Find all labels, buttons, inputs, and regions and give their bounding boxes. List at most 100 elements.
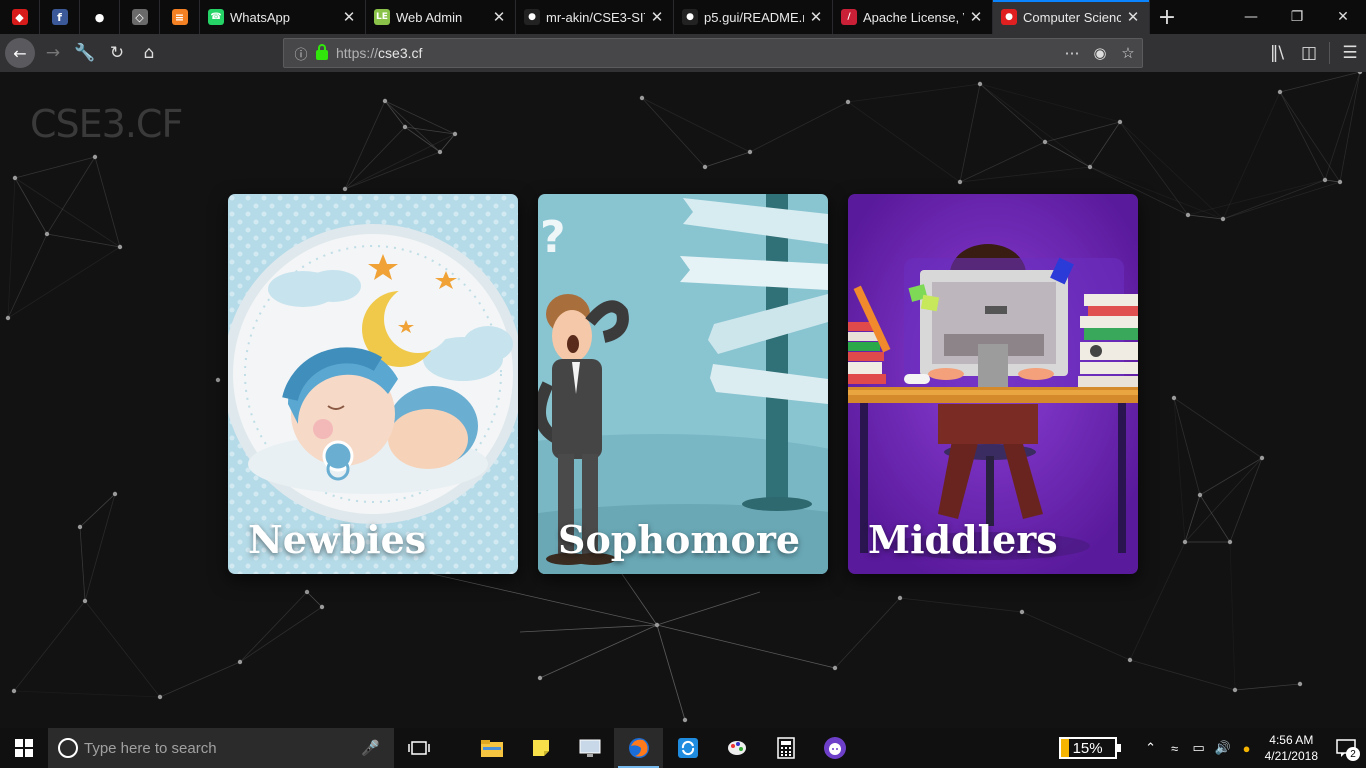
clock[interactable]: 4:56 AM 4/21/2018	[1265, 732, 1318, 764]
tab-title: p5.gui/README.m	[704, 9, 804, 25]
menu-icon[interactable]: ☰	[1334, 37, 1366, 69]
network-node	[1087, 164, 1093, 170]
network-node	[5, 315, 11, 321]
network-line	[539, 624, 658, 679]
task-view-icon[interactable]	[394, 728, 443, 768]
action-center-icon[interactable]: 2	[1326, 728, 1366, 768]
system-tray: 15% ⌃ ≈ ▭ 🔊 ● 4:56 AM 4/21/2018 2	[1058, 728, 1366, 768]
home-button[interactable]: ⌂	[133, 37, 165, 69]
reload-button[interactable]: ↻	[101, 37, 133, 69]
network-node	[747, 149, 753, 155]
pocket-icon[interactable]: ◉	[1086, 44, 1114, 62]
network-node	[957, 179, 963, 185]
restore-button[interactable]: ❐	[1274, 0, 1320, 34]
bookmark-star-icon[interactable]: ☆	[1114, 44, 1142, 62]
browser-tab[interactable]: ● p5.gui/README.m ✕	[674, 0, 833, 34]
browser-tab[interactable]: ● mr-akin/CSE3-SITE✕	[516, 0, 674, 34]
network-node	[44, 231, 50, 237]
browser-tab[interactable]: ● Computer Science ✕	[993, 0, 1150, 34]
microphone-icon[interactable]: 🎤	[361, 739, 380, 757]
battery-icon[interactable]: ▭	[1187, 740, 1211, 756]
volume-icon[interactable]: 🔊	[1211, 740, 1235, 756]
windows-logo-icon	[15, 739, 33, 757]
chevron-up-icon[interactable]: ⌃	[1139, 740, 1163, 756]
close-tab-icon[interactable]: ✕	[491, 8, 507, 26]
info-icon[interactable]: ⓘ	[288, 44, 314, 63]
browser-tab[interactable]: / Apache License, Ve✕	[833, 0, 993, 34]
network-node	[977, 81, 983, 87]
network-line	[46, 233, 121, 248]
battery-indicator[interactable]: 15%	[1058, 737, 1121, 759]
pinned-tab-stackoverflow[interactable]: ≡	[160, 0, 200, 34]
tab-title: WhatsApp	[230, 9, 290, 25]
network-line	[959, 166, 1091, 183]
network-node	[1232, 687, 1238, 693]
svg-text:?: ?	[540, 212, 566, 263]
network-node	[215, 377, 221, 383]
network-line	[979, 83, 1091, 168]
close-tab-icon[interactable]: ✕	[341, 8, 357, 26]
taskbar-search-box[interactable]: Type here to search 🎤	[48, 728, 394, 768]
browser-tab[interactable]: ☎ WhatsApp ✕	[200, 0, 366, 34]
tab-title: Web Admin	[396, 9, 463, 25]
page-actions-icon[interactable]: ⋯	[1058, 44, 1086, 62]
close-tab-icon[interactable]: ✕	[1125, 8, 1141, 26]
network-node	[1042, 139, 1048, 145]
battery-percent: 15%	[1072, 739, 1103, 757]
wrench-icon[interactable]: 🔧	[69, 37, 101, 69]
network-node	[82, 598, 88, 604]
card-middlers[interactable]: Middlers	[848, 194, 1138, 574]
network-line	[656, 624, 686, 721]
start-button[interactable]	[0, 728, 48, 768]
sidebar-icon[interactable]: ◫	[1293, 37, 1325, 69]
sticky-notes-icon[interactable]	[516, 728, 565, 768]
remote-desktop-icon[interactable]	[565, 728, 614, 768]
forward-button[interactable]: →	[37, 37, 69, 69]
browser-tab[interactable]: LE Web Admin ✕	[366, 0, 516, 34]
site-title[interactable]: CSE3.CF	[30, 102, 183, 146]
pinned-tab-github[interactable]: ●	[80, 0, 120, 34]
new-tab-button[interactable]: +	[1150, 0, 1184, 34]
calculator-icon[interactable]	[761, 728, 810, 768]
library-icon[interactable]: ‖\	[1261, 37, 1293, 69]
close-tab-icon[interactable]: ✕	[649, 8, 665, 26]
file-explorer-icon[interactable]	[467, 728, 516, 768]
network-line	[13, 690, 161, 698]
network-line	[404, 126, 441, 153]
search-placeholder: Type here to search	[84, 739, 217, 757]
network-line	[959, 83, 981, 183]
network-line	[439, 133, 456, 153]
minimize-button[interactable]: —	[1228, 0, 1274, 34]
card-sophomore[interactable]: ? Sophomore	[538, 194, 828, 574]
cortana-icon	[58, 738, 78, 758]
pinned-tab-4[interactable]: ◇	[120, 0, 160, 34]
wifi-icon[interactable]: ≈	[1163, 741, 1187, 756]
network-node	[832, 665, 838, 671]
card-newbies[interactable]: Newbies	[228, 194, 518, 574]
pinned-tab-facebook[interactable]: f	[40, 0, 80, 34]
network-line	[1222, 181, 1341, 220]
address-bar[interactable]: ⓘ https://cse3.cf ⋯ ◉ ☆	[283, 38, 1143, 68]
url-text[interactable]: https://cse3.cf	[336, 45, 422, 61]
network-line	[1184, 494, 1201, 543]
facebook-icon: f	[51, 9, 68, 25]
card-label: Newbies	[248, 517, 427, 562]
network-line	[84, 493, 116, 602]
window-controls: — ❐ ✕	[1228, 0, 1366, 34]
lock-icon[interactable]	[316, 44, 328, 60]
sync-app-icon[interactable]	[663, 728, 712, 768]
close-tab-icon[interactable]: ✕	[808, 8, 824, 26]
network-line	[749, 101, 849, 153]
close-tab-icon[interactable]: ✕	[968, 8, 984, 26]
weather-icon[interactable]: ●	[1235, 741, 1259, 756]
paint-app-icon[interactable]	[712, 728, 761, 768]
pinned-tab-1[interactable]: ◆	[0, 0, 40, 34]
back-button[interactable]: ←	[5, 38, 35, 68]
network-line	[1187, 179, 1326, 216]
close-window-button[interactable]: ✕	[1320, 0, 1366, 34]
network-line	[641, 97, 751, 153]
firefox-icon[interactable]	[614, 728, 663, 768]
network-node	[1259, 455, 1265, 461]
github-desktop-icon[interactable]	[810, 728, 859, 768]
network-node	[452, 131, 458, 137]
